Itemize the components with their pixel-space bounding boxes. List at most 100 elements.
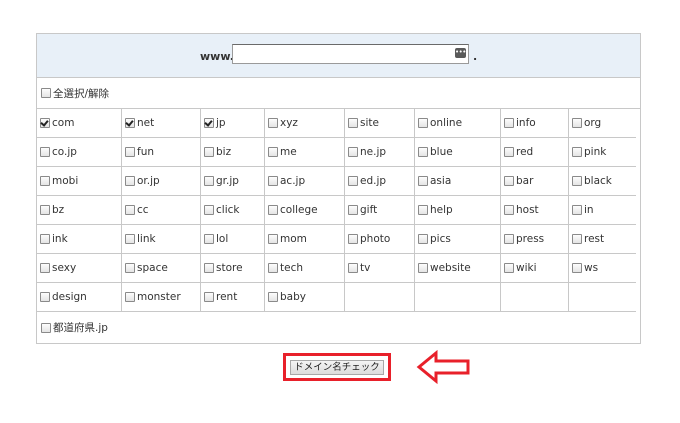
prefecture-jp-checkbox[interactable]: [41, 322, 51, 333]
tld-label[interactable]: lol: [216, 233, 228, 245]
tld-label[interactable]: host: [516, 204, 539, 216]
tld-option-ac-jp[interactable]: ac.jp: [265, 167, 345, 196]
tld-checkbox[interactable]: [504, 147, 514, 157]
tld-checkbox[interactable]: [572, 263, 582, 273]
tld-label[interactable]: mobi: [52, 175, 78, 187]
tld-checkbox[interactable]: [504, 118, 514, 128]
tld-label[interactable]: link: [137, 233, 156, 245]
tld-checkbox[interactable]: [418, 118, 428, 128]
tld-label[interactable]: rest: [584, 233, 604, 245]
tld-checkbox[interactable]: [40, 234, 50, 244]
tld-label[interactable]: online: [430, 117, 462, 129]
tld-label[interactable]: ac.jp: [280, 175, 305, 187]
tld-option-ink[interactable]: ink: [37, 225, 122, 254]
tld-label[interactable]: bz: [52, 204, 64, 216]
tld-option-com[interactable]: com: [37, 109, 122, 138]
tld-checkbox[interactable]: [504, 176, 514, 186]
tld-option-fun[interactable]: fun: [122, 138, 201, 167]
tld-option-asia[interactable]: asia: [415, 167, 501, 196]
tld-checkbox[interactable]: [348, 205, 358, 215]
tld-label[interactable]: gr.jp: [216, 175, 239, 187]
tld-checkbox[interactable]: [40, 147, 50, 157]
tld-label[interactable]: asia: [430, 175, 451, 187]
tld-label[interactable]: org: [584, 117, 601, 129]
prefecture-jp-label[interactable]: 都道府県.jp: [53, 320, 108, 335]
tld-option-rest[interactable]: rest: [569, 225, 636, 254]
tld-option-biz[interactable]: biz: [201, 138, 265, 167]
tld-option-store[interactable]: store: [201, 254, 265, 283]
tld-label[interactable]: design: [52, 291, 87, 303]
tld-option-cc[interactable]: cc: [122, 196, 201, 225]
tld-option-website[interactable]: website: [415, 254, 501, 283]
tld-option-tv[interactable]: tv: [345, 254, 415, 283]
tld-option-wiki[interactable]: wiki: [501, 254, 569, 283]
tld-option-net[interactable]: net: [122, 109, 201, 138]
domain-name-input[interactable]: [232, 44, 469, 64]
tld-option-baby[interactable]: baby: [265, 283, 345, 312]
tld-label[interactable]: red: [516, 146, 533, 158]
tld-checkbox[interactable]: [125, 118, 135, 128]
tld-label[interactable]: ne.jp: [360, 146, 386, 158]
tld-label[interactable]: baby: [280, 291, 306, 303]
tld-label[interactable]: ws: [584, 262, 598, 274]
tld-option-bz[interactable]: bz: [37, 196, 122, 225]
domain-check-button[interactable]: ドメイン名チェック: [290, 360, 384, 375]
tld-option-co-jp[interactable]: co.jp: [37, 138, 122, 167]
tld-label[interactable]: in: [584, 204, 594, 216]
tld-checkbox[interactable]: [125, 263, 135, 273]
tld-option-monster[interactable]: monster: [122, 283, 201, 312]
tld-label[interactable]: wiki: [516, 262, 537, 274]
tld-option-black[interactable]: black: [569, 167, 636, 196]
tld-checkbox[interactable]: [572, 147, 582, 157]
tld-option-blue[interactable]: blue: [415, 138, 501, 167]
tld-checkbox[interactable]: [348, 147, 358, 157]
tld-label[interactable]: or.jp: [137, 175, 160, 187]
tld-option-xyz[interactable]: xyz: [265, 109, 345, 138]
tld-checkbox[interactable]: [504, 263, 514, 273]
tld-label[interactable]: gift: [360, 204, 377, 216]
tld-checkbox[interactable]: [504, 205, 514, 215]
tld-label[interactable]: biz: [216, 146, 231, 158]
tld-option-design[interactable]: design: [37, 283, 122, 312]
tld-label[interactable]: tv: [360, 262, 370, 274]
tld-label[interactable]: pics: [430, 233, 451, 245]
tld-label[interactable]: ink: [52, 233, 68, 245]
tld-label[interactable]: bar: [516, 175, 533, 187]
tld-checkbox[interactable]: [268, 263, 278, 273]
tld-checkbox[interactable]: [268, 118, 278, 128]
tld-checkbox[interactable]: [204, 147, 214, 157]
tld-checkbox[interactable]: [125, 292, 135, 302]
tld-label[interactable]: xyz: [280, 117, 298, 129]
tld-label[interactable]: college: [280, 204, 318, 216]
tld-option-red[interactable]: red: [501, 138, 569, 167]
tld-option-host[interactable]: host: [501, 196, 569, 225]
tld-checkbox[interactable]: [348, 234, 358, 244]
tld-label[interactable]: help: [430, 204, 453, 216]
tld-label[interactable]: tech: [280, 262, 303, 274]
input-menu-icon[interactable]: •••: [455, 48, 466, 58]
tld-checkbox[interactable]: [572, 176, 582, 186]
tld-option-pink[interactable]: pink: [569, 138, 636, 167]
select-all-checkbox[interactable]: [41, 88, 51, 98]
tld-label[interactable]: click: [216, 204, 239, 216]
tld-option-space[interactable]: space: [122, 254, 201, 283]
tld-option-gift[interactable]: gift: [345, 196, 415, 225]
tld-option-mom[interactable]: mom: [265, 225, 345, 254]
tld-checkbox[interactable]: [40, 205, 50, 215]
tld-option-online[interactable]: online: [415, 109, 501, 138]
tld-option-in[interactable]: in: [569, 196, 636, 225]
tld-label[interactable]: photo: [360, 233, 390, 245]
tld-label[interactable]: sexy: [52, 262, 76, 274]
tld-label[interactable]: info: [516, 117, 536, 129]
tld-option-pics[interactable]: pics: [415, 225, 501, 254]
tld-label[interactable]: cc: [137, 204, 149, 216]
tld-label[interactable]: com: [52, 117, 74, 129]
tld-option-link[interactable]: link: [122, 225, 201, 254]
tld-option-photo[interactable]: photo: [345, 225, 415, 254]
tld-checkbox[interactable]: [204, 234, 214, 244]
tld-option-ne-jp[interactable]: ne.jp: [345, 138, 415, 167]
tld-checkbox[interactable]: [40, 176, 50, 186]
tld-option-college[interactable]: college: [265, 196, 345, 225]
tld-option-jp[interactable]: jp: [201, 109, 265, 138]
tld-checkbox[interactable]: [348, 176, 358, 186]
